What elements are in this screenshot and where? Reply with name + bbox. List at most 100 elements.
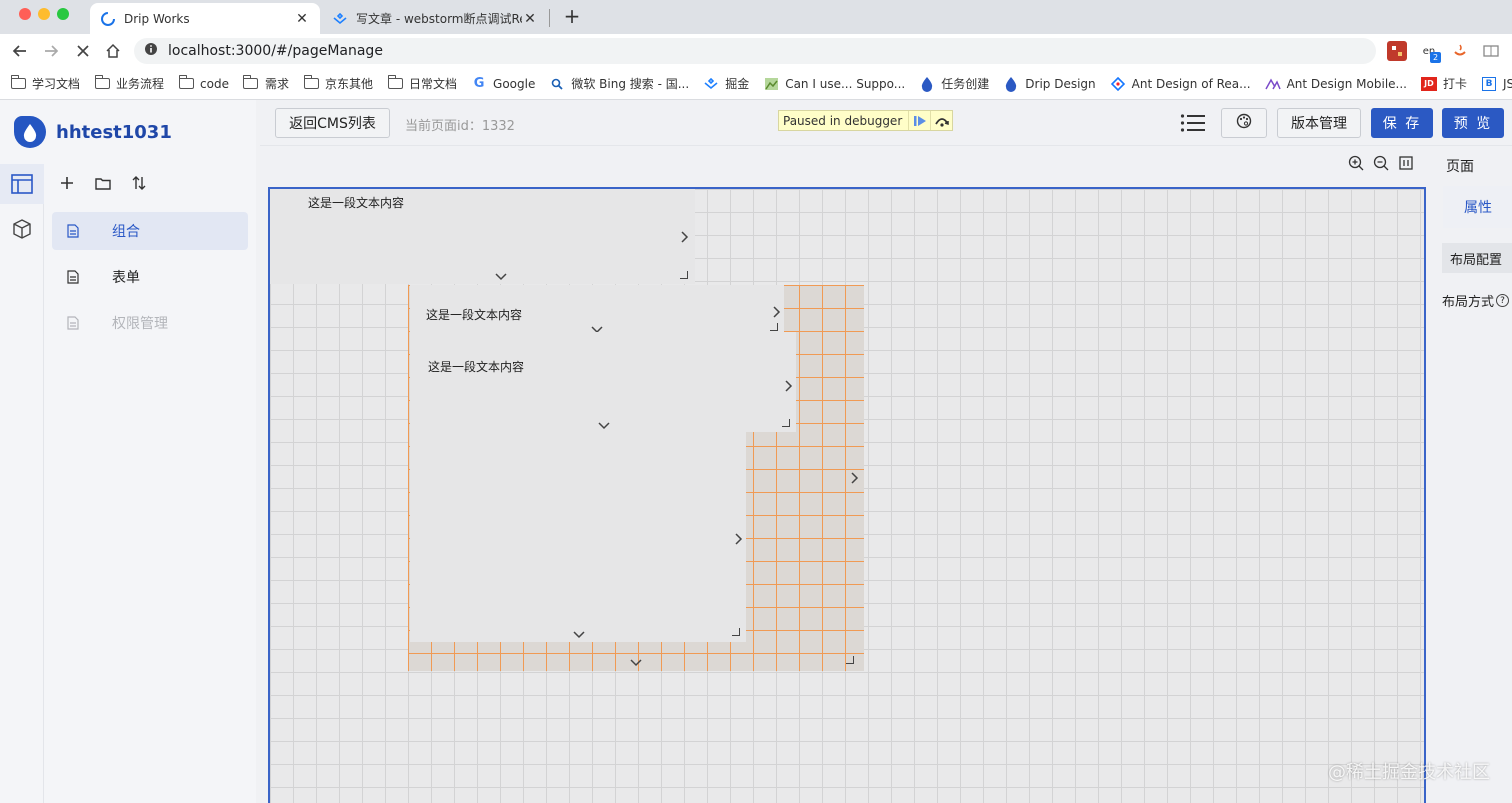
version-management-button[interactable]: 版本管理 bbox=[1277, 108, 1361, 138]
new-tab-button[interactable]: + bbox=[561, 5, 583, 27]
canvas-block[interactable] bbox=[410, 332, 796, 432]
tab-close-icon[interactable]: ✕ bbox=[522, 11, 538, 27]
folder-icon bbox=[387, 75, 403, 91]
bookmark-item[interactable]: 任务创建 bbox=[919, 75, 989, 92]
resize-handle[interactable] bbox=[680, 271, 688, 279]
bookmark-item[interactable]: B JS bbox=[1481, 76, 1512, 91]
chevron-right-icon[interactable] bbox=[782, 379, 796, 393]
browser-tabstrip: Drip Works ✕ 写文章 - webstorm断点调试Rea ✕ + bbox=[0, 0, 1512, 34]
chevron-down-icon[interactable] bbox=[572, 628, 586, 642]
home-icon[interactable] bbox=[102, 40, 124, 62]
resize-handle[interactable] bbox=[732, 628, 740, 636]
component-cube-icon[interactable] bbox=[0, 209, 44, 249]
forward-arrow-icon[interactable] bbox=[40, 40, 62, 62]
site-info-icon[interactable] bbox=[144, 42, 158, 60]
fit-screen-icon[interactable] bbox=[1397, 154, 1414, 171]
window-zoom-button[interactable] bbox=[57, 8, 69, 20]
bookmark-item[interactable]: 微软 Bing 搜索 - 国... bbox=[549, 75, 689, 92]
bookmark-item[interactable]: 业务流程 bbox=[94, 75, 164, 92]
java-extension-icon[interactable] bbox=[1450, 41, 1470, 61]
resume-icon[interactable] bbox=[908, 111, 930, 130]
chevron-right-icon[interactable] bbox=[678, 230, 692, 244]
extension-icon[interactable] bbox=[1387, 41, 1407, 61]
zoom-out-icon[interactable] bbox=[1372, 154, 1389, 171]
sort-icon[interactable] bbox=[128, 174, 150, 192]
window-minimize-button[interactable] bbox=[38, 8, 50, 20]
file-icon bbox=[66, 315, 80, 331]
back-to-cms-button[interactable]: 返回CMS列表 bbox=[275, 108, 390, 138]
add-icon[interactable] bbox=[56, 174, 78, 192]
layout-config-section[interactable]: 布局配置 bbox=[1442, 243, 1512, 273]
canvas-block[interactable] bbox=[410, 432, 746, 642]
save-button[interactable]: 保 存 bbox=[1371, 108, 1433, 138]
watermark: @稀土掘金技术社区 bbox=[1328, 762, 1490, 783]
tab-juejin-editor[interactable]: 写文章 - webstorm断点调试Rea ✕ bbox=[322, 3, 548, 34]
zoom-in-icon[interactable] bbox=[1347, 154, 1364, 171]
bookmark-item[interactable]: G Google bbox=[471, 76, 536, 91]
tree-item-label: 组合 bbox=[112, 224, 140, 240]
tab-properties[interactable]: 属性 bbox=[1443, 186, 1512, 228]
chrome-loading-icon bbox=[100, 11, 116, 27]
brand: hhtest1031 bbox=[14, 116, 172, 148]
address-bar[interactable]: localhost:3000/#/pageManage bbox=[134, 38, 1376, 64]
preview-button[interactable]: 预 览 bbox=[1442, 108, 1504, 138]
juejin-icon bbox=[332, 11, 348, 27]
chevron-right-icon[interactable] bbox=[770, 305, 784, 319]
bookmark-item[interactable]: 需求 bbox=[243, 75, 289, 92]
chevron-down-icon[interactable] bbox=[629, 656, 643, 670]
bookmarks-bar: 学习文档 业务流程 code 需求 京东其他 日常文档 G Google 微软 B… bbox=[0, 68, 1512, 100]
bookmark-item[interactable]: JD 打卡 bbox=[1420, 75, 1467, 92]
text-component[interactable]: 这是一段文本内容 bbox=[308, 194, 404, 211]
bookmark-item[interactable]: code bbox=[178, 75, 229, 91]
resize-handle[interactable] bbox=[770, 323, 778, 331]
help-icon[interactable]: ? bbox=[1496, 294, 1510, 307]
sidebar-rail bbox=[0, 164, 44, 803]
bookmark-item[interactable]: Drip Design bbox=[1003, 76, 1096, 92]
menu-list-icon[interactable] bbox=[1180, 113, 1206, 133]
tree-item-label: 表单 bbox=[112, 270, 140, 286]
google-icon: G bbox=[473, 76, 485, 91]
bookmark-item[interactable]: 日常文档 bbox=[387, 75, 457, 92]
tree-item-form[interactable]: 表单 bbox=[52, 258, 248, 296]
chevron-down-icon[interactable] bbox=[597, 419, 611, 433]
tree-actions bbox=[56, 174, 150, 192]
drip-icon bbox=[919, 76, 935, 92]
tree-item-permission: 权限管理 bbox=[52, 304, 248, 342]
property-panel: 页面 属性 布局配置 布局方式 ? bbox=[1440, 146, 1512, 803]
bookmark-item[interactable]: Ant Design Mobile... bbox=[1264, 77, 1407, 91]
reading-list-icon[interactable] bbox=[1481, 41, 1501, 61]
tree-item-combination[interactable]: 组合 bbox=[52, 212, 248, 250]
folder-add-icon[interactable] bbox=[92, 174, 114, 192]
debugger-paused-banner: Paused in debugger bbox=[778, 110, 954, 131]
js-icon: B bbox=[1481, 76, 1497, 91]
stop-loading-icon[interactable] bbox=[72, 40, 94, 62]
drip-logo-icon bbox=[14, 116, 46, 148]
chevron-down-icon[interactable] bbox=[494, 270, 508, 284]
bookmark-item[interactable]: Can I use... Suppo... bbox=[763, 77, 905, 91]
antd-icon bbox=[1110, 76, 1126, 91]
window-close-button[interactable] bbox=[19, 8, 31, 20]
file-icon bbox=[66, 269, 80, 285]
bookmark-item[interactable]: Ant Design of Rea... bbox=[1110, 76, 1251, 91]
text-component[interactable]: 这是一段文本内容 bbox=[428, 358, 524, 375]
theme-palette-button[interactable] bbox=[1221, 108, 1267, 138]
chevron-right-icon[interactable] bbox=[732, 532, 746, 546]
resize-handle[interactable] bbox=[846, 656, 854, 664]
bookmark-item[interactable]: 学习文档 bbox=[10, 75, 80, 92]
bookmark-item[interactable]: 掘金 bbox=[703, 75, 749, 92]
resize-handle[interactable] bbox=[782, 419, 790, 427]
tab-close-icon[interactable]: ✕ bbox=[294, 11, 310, 27]
folder-icon bbox=[10, 75, 26, 91]
tab-drip-works[interactable]: Drip Works ✕ bbox=[90, 3, 320, 34]
translate-extension-icon[interactable]: en 2 bbox=[1419, 41, 1441, 63]
sidebar: hhtest1031 组合 表单 权限管理 bbox=[0, 100, 256, 803]
step-over-icon[interactable] bbox=[930, 111, 952, 130]
back-arrow-icon[interactable] bbox=[9, 40, 31, 62]
text-component[interactable]: 这是一段文本内容 bbox=[426, 306, 522, 323]
design-canvas[interactable]: 这是一段文本内容 这是一段文本内容 这是一段文本内容 bbox=[268, 187, 1426, 803]
chevron-right-icon[interactable] bbox=[848, 471, 862, 485]
extension-badge: 2 bbox=[1430, 52, 1441, 63]
juejin-icon bbox=[703, 77, 719, 91]
layout-panel-icon[interactable] bbox=[0, 164, 44, 204]
bookmark-item[interactable]: 京东其他 bbox=[303, 75, 373, 92]
